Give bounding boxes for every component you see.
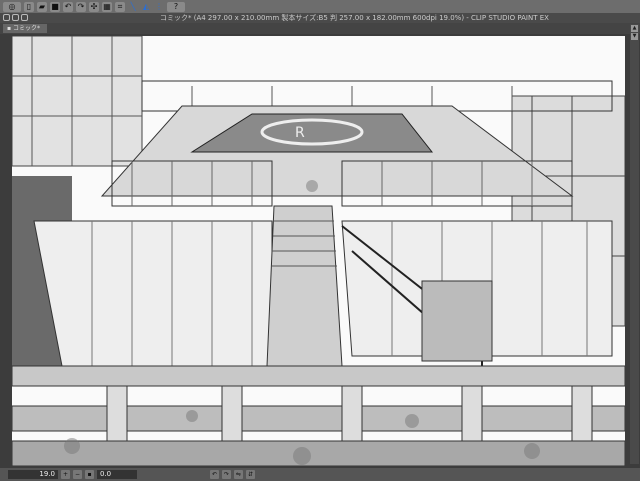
fit-icon[interactable]: ▪ (85, 470, 94, 479)
undo-icon[interactable]: ↶ (63, 1, 73, 12)
flip-horizontal-icon[interactable]: ⇋ (234, 470, 243, 479)
drawing-canvas[interactable]: R (12, 36, 625, 466)
rotate-right-icon[interactable]: ↷ (222, 470, 231, 479)
open-file-icon[interactable]: ▰ (37, 1, 47, 12)
tab-comic[interactable]: ▪ コミック* (3, 24, 47, 33)
canvas-tab-bar: ▪ コミック* (0, 23, 640, 34)
minimize-window-button[interactable] (12, 14, 19, 21)
transform-icon[interactable]: ⌗ (115, 1, 125, 12)
command-bar: ◎ ▯ ▰ ■ ↶ ↷ ✣ ▦ ⌗ ╲ ◭ ⋮? (0, 0, 640, 13)
save-icon[interactable]: ■ (50, 1, 60, 12)
redo-icon[interactable]: ↷ (76, 1, 86, 12)
svg-text:R: R (295, 125, 305, 141)
maximize-window-button[interactable] (21, 14, 28, 21)
rotate-left-icon[interactable]: ↶ (210, 470, 219, 479)
zoom-out-icon[interactable]: − (73, 470, 82, 479)
vertical-scrollbar[interactable]: ▲ ▼ (630, 24, 639, 464)
zoom-in-icon[interactable]: + (61, 470, 70, 479)
rotation-field[interactable]: 0.0 (97, 470, 137, 479)
snap-special-ruler-icon[interactable]: ◭ (141, 2, 151, 12)
new-file-icon[interactable]: ▯ (24, 1, 34, 12)
status-bar: 19.0 + − ▪ 0.0 ↶ ↷ ⇋ ⇵ (0, 468, 640, 481)
studio-logo-icon[interactable]: ◎ (3, 1, 21, 12)
scroll-down-icon[interactable]: ▼ (631, 33, 638, 40)
window-title: コミック* (A4 297.00 x 210.00mm 製本サイズ:B5 判 2… (160, 14, 549, 22)
manga-rooftop-artwork: R (12, 36, 625, 466)
scroll-up-icon[interactable]: ▲ (631, 25, 638, 32)
clear-icon[interactable]: ✣ (89, 1, 99, 12)
flip-vertical-icon[interactable]: ⇵ (246, 470, 255, 479)
title-bar: コミック* (A4 297.00 x 210.00mm 製本サイズ:B5 判 2… (0, 13, 640, 23)
tab-label: コミック* (12, 25, 40, 32)
snap-grid-icon[interactable]: ⋮ (154, 2, 164, 12)
help-icon[interactable]: ? (167, 1, 185, 12)
close-window-button[interactable] (3, 14, 10, 21)
fill-icon[interactable]: ▦ (102, 1, 112, 12)
zoom-field[interactable]: 19.0 (8, 470, 58, 479)
snap-ruler-icon[interactable]: ╲ (128, 2, 138, 12)
